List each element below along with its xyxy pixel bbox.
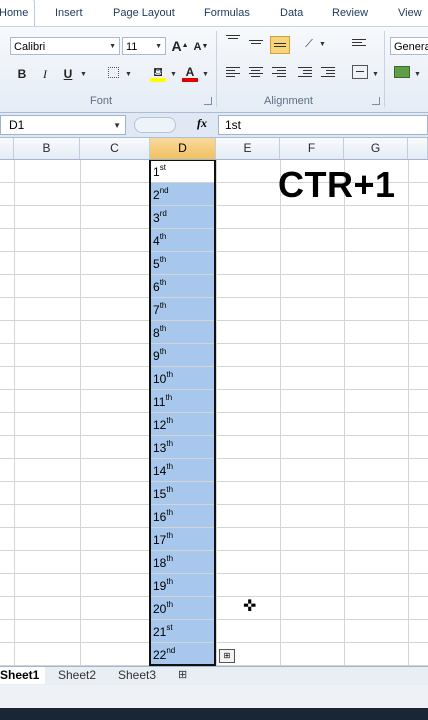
insert-sheet-icon[interactable]: ⊞ xyxy=(172,667,193,684)
decrease-indent-icon[interactable] xyxy=(298,65,314,79)
chevron-down-icon: ▼ xyxy=(113,121,121,130)
tab-review[interactable]: Review xyxy=(332,0,368,26)
taskbar xyxy=(0,708,428,720)
alignment-group-label: Alignment xyxy=(264,95,313,107)
align-top-icon[interactable] xyxy=(226,33,242,47)
chevron-down-icon[interactable]: ▼ xyxy=(319,41,326,48)
orientation-button[interactable]: ⟋ xyxy=(300,35,318,53)
font-group-label: Font xyxy=(90,95,113,107)
select-all-corner[interactable] xyxy=(0,138,14,159)
font-size-value: 11 xyxy=(126,41,138,53)
number-format-value: Genera xyxy=(394,41,428,53)
font-dialog-launcher-icon[interactable] xyxy=(204,97,212,105)
align-right-icon[interactable] xyxy=(272,65,288,79)
align-left-icon[interactable] xyxy=(226,65,242,79)
grow-font-button[interactable]: A▲ xyxy=(171,37,189,55)
number-format-dropdown[interactable]: Genera xyxy=(390,37,428,55)
italic-button[interactable]: I xyxy=(36,65,54,83)
tab-view[interactable]: View xyxy=(398,0,422,26)
gridline-vertical xyxy=(14,160,15,666)
column-header-e[interactable]: E xyxy=(216,138,280,159)
fill-color-button[interactable]: ⛾ xyxy=(149,63,167,82)
tab-page-layout[interactable]: Page Layout xyxy=(113,0,175,26)
gridline-vertical xyxy=(344,160,345,666)
increase-indent-icon[interactable] xyxy=(321,65,337,79)
cell-cursor-icon: ✜ xyxy=(243,598,257,615)
insert-function-icon[interactable]: fx xyxy=(197,116,207,131)
merge-center-icon[interactable] xyxy=(352,65,368,79)
chevron-down-icon[interactable]: ▼ xyxy=(125,71,132,78)
formula-input-value: 1st xyxy=(225,118,242,132)
chevron-down-icon[interactable]: ▼ xyxy=(372,71,379,78)
shrink-font-button[interactable]: A▼ xyxy=(192,38,210,56)
gridline-vertical xyxy=(80,160,81,666)
column-header-h[interactable] xyxy=(408,138,428,159)
font-size-dropdown[interactable]: 11 ▼ xyxy=(122,37,166,55)
tab-insert[interactable]: Insert xyxy=(55,0,83,26)
column-header-g[interactable]: G xyxy=(344,138,408,159)
wrap-text-icon[interactable] xyxy=(352,37,368,51)
alignment-dialog-launcher-icon[interactable] xyxy=(372,97,380,105)
tab-home[interactable]: Home xyxy=(0,0,36,26)
chevron-down-icon: ▼ xyxy=(109,43,116,50)
fill-color-swatch xyxy=(150,78,166,82)
shortcut-overlay-text: CTR+1 xyxy=(278,164,396,205)
column-header-d[interactable]: D xyxy=(150,138,216,159)
ribbon-tab-bar: Home Insert Page Layout Formulas Data Re… xyxy=(0,0,428,27)
selection-border xyxy=(149,160,216,666)
orientation-icon: ⟋ xyxy=(305,38,313,50)
paint-bucket-icon: ⛾ xyxy=(153,65,163,79)
gridline-vertical xyxy=(408,160,409,666)
formula-bar-splitter[interactable] xyxy=(134,117,176,133)
font-name-value: Calibri xyxy=(14,41,46,53)
chevron-down-icon[interactable]: ▼ xyxy=(80,71,87,78)
align-center-icon[interactable] xyxy=(249,65,265,79)
sheet-tab-3[interactable]: Sheet3 xyxy=(112,667,162,684)
chevron-down-icon[interactable]: ▼ xyxy=(414,71,421,78)
tab-data[interactable]: Data xyxy=(280,0,303,26)
tab-formulas[interactable]: Formulas xyxy=(204,0,250,26)
group-divider xyxy=(384,31,385,107)
formula-bar: D1 ▼ fx 1st xyxy=(0,113,428,138)
shrink-font-icon: A xyxy=(193,41,202,53)
sheet-tab-bar: Sheet1 Sheet2 Sheet3 ⊞ xyxy=(0,666,428,685)
formula-input[interactable]: 1st xyxy=(218,115,428,135)
underline-button[interactable]: U xyxy=(59,65,77,83)
font-color-swatch xyxy=(182,78,198,82)
accounting-format-icon xyxy=(394,66,410,78)
gridline-vertical xyxy=(280,160,281,666)
align-bottom-icon[interactable] xyxy=(270,36,290,54)
ribbon: Calibri ▼ 11 ▼ A▲ A▼ B I U ▼ ▼ ⛾ ▼ A ▼ F… xyxy=(0,27,428,113)
group-divider xyxy=(216,31,217,107)
chevron-down-icon: ▼ xyxy=(155,43,162,50)
accounting-format-button[interactable] xyxy=(393,65,411,83)
chevron-down-icon[interactable]: ▼ xyxy=(202,71,209,78)
sheet-tab-2[interactable]: Sheet2 xyxy=(52,667,102,684)
borders-icon xyxy=(107,67,119,78)
font-name-dropdown[interactable]: Calibri ▼ xyxy=(10,37,120,55)
borders-button[interactable] xyxy=(104,65,122,83)
name-box-value: D1 xyxy=(9,118,25,132)
column-header-b[interactable]: B xyxy=(14,138,80,159)
column-header-f[interactable]: F xyxy=(280,138,344,159)
status-area xyxy=(0,685,428,708)
spreadsheet-grid[interactable]: 1st 2nd 3rd 4th 5th 6th 7th 8th 9th 10th 11th 12th 1… xyxy=(0,160,428,666)
font-color-icon: A xyxy=(185,65,195,79)
grow-font-icon: A xyxy=(171,38,182,54)
font-color-button[interactable]: A xyxy=(181,63,199,82)
name-box[interactable]: D1 ▼ xyxy=(0,115,126,135)
column-headers: B C D E F G xyxy=(0,138,428,160)
paste-options-icon[interactable]: ⊞ xyxy=(219,649,235,663)
column-header-c[interactable]: C xyxy=(80,138,150,159)
chevron-down-icon[interactable]: ▼ xyxy=(170,71,177,78)
align-middle-icon[interactable] xyxy=(249,38,265,52)
bold-button[interactable]: B xyxy=(13,65,31,83)
gridline-vertical xyxy=(216,160,217,666)
sheet-tab-1[interactable]: Sheet1 xyxy=(0,667,46,684)
